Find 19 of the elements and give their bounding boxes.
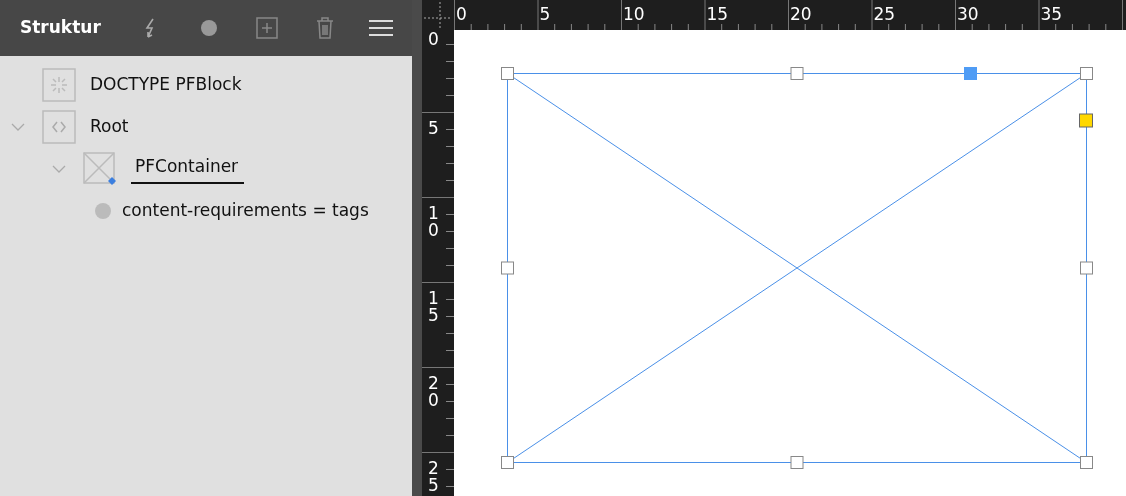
ruler-label: 10 — [623, 4, 645, 24]
ruler-label: 5 — [428, 118, 439, 138]
ruler-label: 25 — [428, 458, 439, 495]
ruler-label: 10 — [428, 203, 439, 240]
tree-item[interactable]: PFContainer — [131, 154, 245, 184]
ruler-label: 35 — [1040, 4, 1063, 24]
ruler-label: 15 — [706, 4, 729, 24]
ruler-label: 20 — [428, 373, 439, 410]
tree-item[interactable]: DOCTYPE PFBlock — [90, 72, 242, 98]
ruler-label: 0 — [428, 30, 439, 49]
tree-item[interactable]: content-requirements = tags — [122, 198, 369, 224]
panel-title: Struktur — [20, 16, 101, 40]
ruler-label: 30 — [957, 4, 979, 24]
ruler-label: 20 — [790, 4, 812, 24]
ruler-label: 15 — [428, 288, 439, 325]
ruler-label: 0 — [456, 4, 467, 24]
ruler-label: 25 — [873, 4, 896, 24]
ruler-label: 5 — [539, 4, 551, 24]
tree-item[interactable]: Root — [90, 114, 129, 140]
